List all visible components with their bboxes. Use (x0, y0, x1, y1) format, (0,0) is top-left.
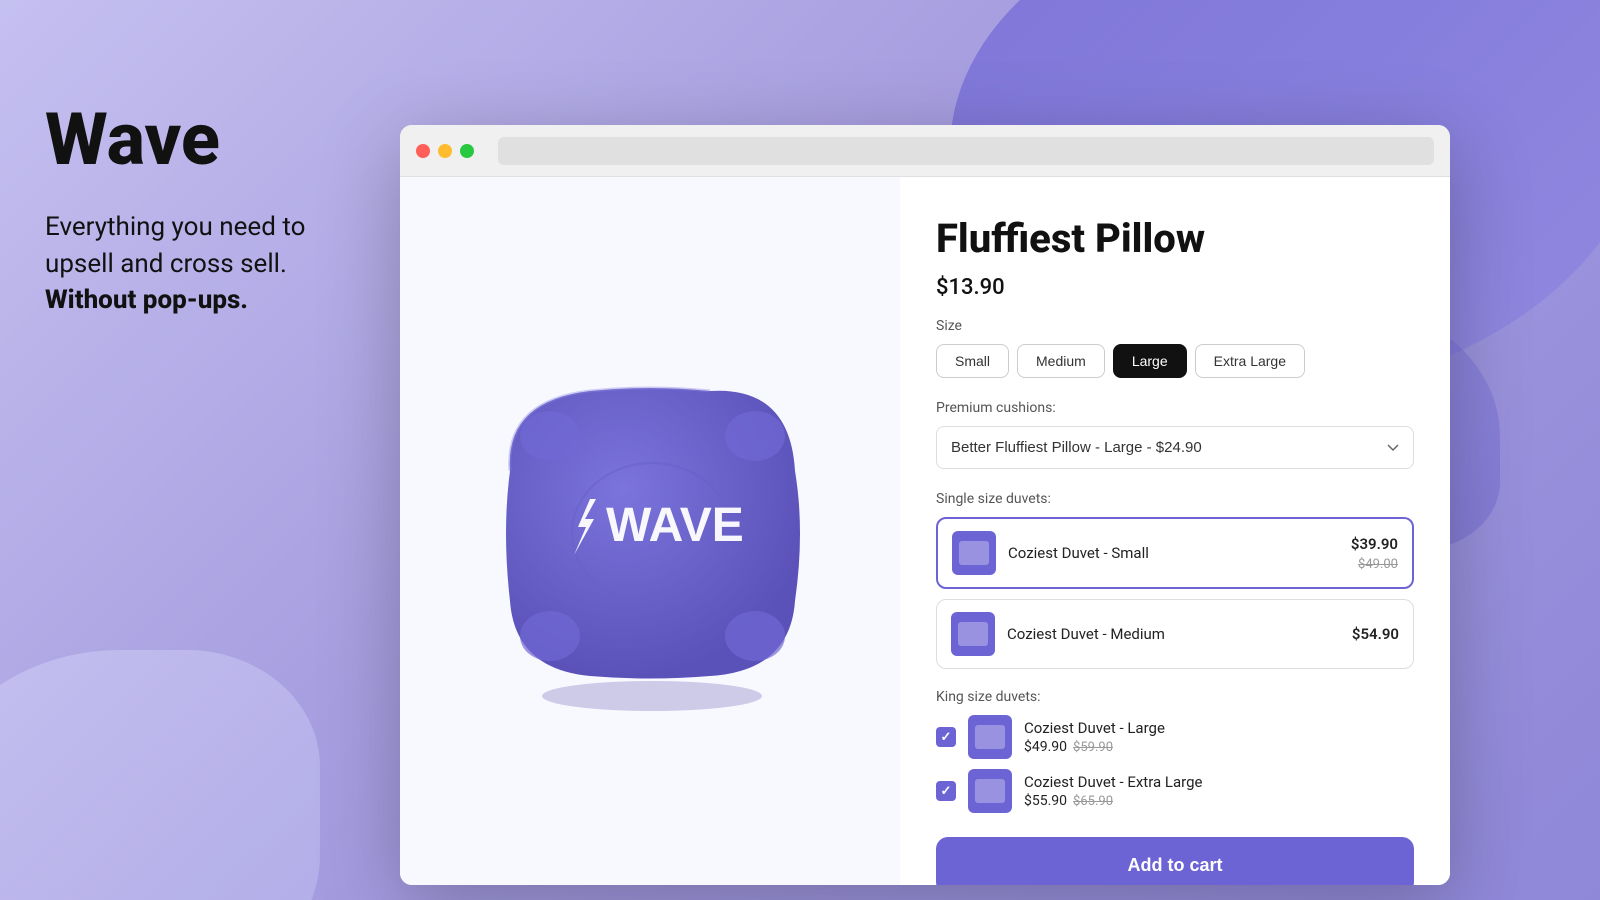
king-duvet-prices-0: $49.90 $59.90 (1024, 739, 1414, 755)
size-medium[interactable]: Medium (1017, 344, 1105, 378)
size-extra-large[interactable]: Extra Large (1195, 344, 1305, 378)
single-duvet-price-0: $39.90 $49.00 (1351, 535, 1398, 572)
subtitle-text: Everything you need to upsell and cross … (45, 212, 305, 278)
king-duvet-price-new-0: $49.90 (1024, 739, 1067, 755)
king-duvet-prices-1: $55.90 $65.90 (1024, 793, 1414, 809)
product-details: Fluffiest Pillow $13.90 Size Small Mediu… (900, 177, 1450, 885)
king-duvet-thumb-1 (968, 769, 1012, 813)
king-duvet-thumb-0 (968, 715, 1012, 759)
single-duvets-list: Coziest Duvet - Small $39.90 $49.00 Cozi… (936, 517, 1414, 669)
product-image-area: WAVE (400, 177, 900, 885)
single-duvets-label: Single size duvets: (936, 491, 1414, 507)
king-duvet-name-1: Coziest Duvet - Extra Large (1024, 773, 1414, 791)
svg-text:WAVE: WAVE (606, 499, 744, 552)
king-duvet-checkbox-1[interactable]: ✓ (936, 781, 956, 801)
left-panel: Wave Everything you need to upsell and c… (45, 100, 365, 318)
king-duvets-label: King size duvets: (936, 689, 1414, 705)
single-duvet-price-new-1: $54.90 (1352, 625, 1399, 643)
traffic-light-yellow[interactable] (438, 144, 452, 158)
size-large[interactable]: Large (1113, 344, 1187, 378)
checkmark-0: ✓ (941, 730, 952, 745)
premium-cushions-label: Premium cushions: (936, 400, 1414, 416)
king-duvet-name-0: Coziest Duvet - Large (1024, 719, 1414, 737)
king-duvet-info-1: Coziest Duvet - Extra Large $55.90 $65.9… (1024, 773, 1414, 809)
king-duvet-price-old-1: $65.90 (1073, 794, 1113, 809)
single-duvet-price-old-0: $49.00 (1358, 557, 1398, 572)
single-duvet-thumb-0 (952, 531, 996, 575)
size-small[interactable]: Small (936, 344, 1009, 378)
brand-title: Wave (45, 100, 365, 179)
king-duvet-checkbox-0[interactable]: ✓ (936, 727, 956, 747)
king-duvet-info-0: Coziest Duvet - Large $49.90 $59.90 (1024, 719, 1414, 755)
subtitle-bold: Without pop-ups. (45, 285, 248, 315)
single-duvet-name-0: Coziest Duvet - Small (1008, 544, 1339, 562)
size-options: Small Medium Large Extra Large (936, 344, 1414, 378)
king-duvet-price-old-0: $59.90 (1073, 740, 1113, 755)
browser-titlebar (400, 125, 1450, 177)
brand-subtitle: Everything you need to upsell and cross … (45, 209, 365, 318)
bg-blob-2 (0, 650, 320, 900)
king-duvets-list: ✓ Coziest Duvet - Large $49.90 $59.90 (936, 715, 1414, 813)
add-to-cart-button[interactable]: Add to cart (936, 837, 1414, 885)
product-name: Fluffiest Pillow (936, 217, 1414, 261)
checkmark-1: ✓ (941, 784, 952, 799)
single-duvet-item-0[interactable]: Coziest Duvet - Small $39.90 $49.00 (936, 517, 1414, 589)
size-section-label: Size (936, 318, 1414, 334)
premium-cushions-dropdown[interactable]: Better Fluffiest Pillow - Large - $24.90 (936, 426, 1414, 469)
king-duvet-item-0[interactable]: ✓ Coziest Duvet - Large $49.90 $59.90 (936, 715, 1414, 759)
single-duvet-price-new-0: $39.90 (1351, 535, 1398, 553)
single-duvet-price-1: $54.90 (1352, 625, 1399, 643)
address-bar[interactable] (498, 137, 1434, 165)
product-pillow-image: WAVE (460, 341, 840, 721)
product-price: $13.90 (936, 275, 1414, 300)
single-duvet-name-1: Coziest Duvet - Medium (1007, 625, 1340, 643)
king-duvet-price-new-1: $55.90 (1024, 793, 1067, 809)
single-duvet-item-1[interactable]: Coziest Duvet - Medium $54.90 (936, 599, 1414, 669)
traffic-light-green[interactable] (460, 144, 474, 158)
browser-window: WAVE Fluffiest Pillow $13.90 Size Small … (400, 125, 1450, 885)
traffic-light-red[interactable] (416, 144, 430, 158)
single-duvet-thumb-1 (951, 612, 995, 656)
king-duvet-item-1[interactable]: ✓ Coziest Duvet - Extra Large $55.90 $65… (936, 769, 1414, 813)
browser-content: WAVE Fluffiest Pillow $13.90 Size Small … (400, 177, 1450, 885)
